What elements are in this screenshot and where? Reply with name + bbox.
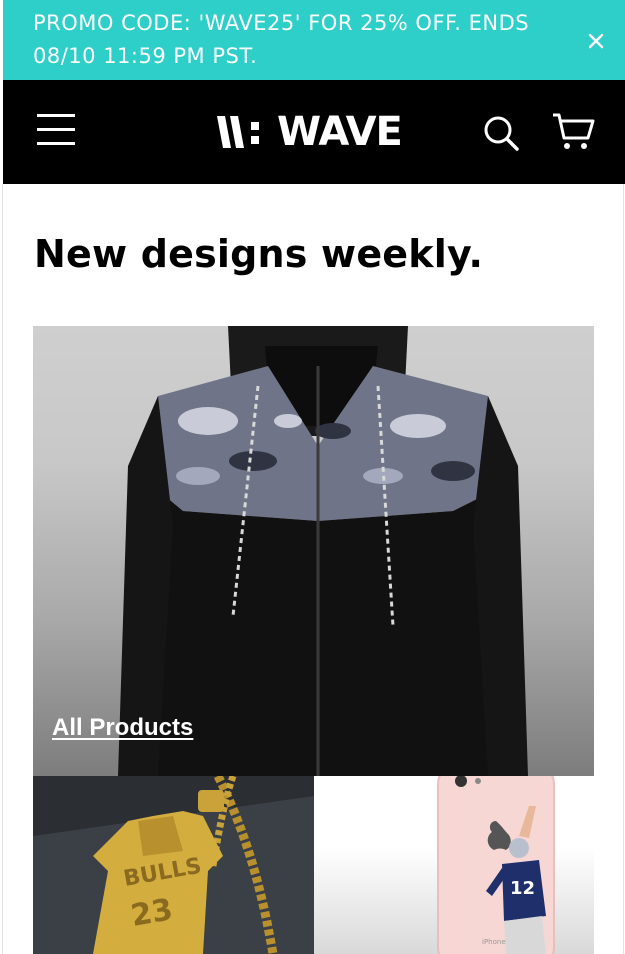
- svg-text:12: 12: [510, 878, 535, 899]
- logo-text: WAVE: [277, 109, 403, 155]
- page-title: New designs weekly.: [34, 232, 484, 276]
- promo-text: PROMO CODE: 'WAVE25' FOR 25% OFF. ENDS 0…: [33, 11, 530, 68]
- site-header: WAVE: [3, 80, 625, 184]
- gold-jersey-pendant-image: BULLS 23: [33, 776, 314, 954]
- close-icon[interactable]: [587, 32, 605, 50]
- svg-text:iPhone: iPhone: [482, 938, 506, 946]
- collection-card-phone-cases[interactable]: 12 iPhone: [314, 776, 594, 954]
- football-phone-case-image: 12 iPhone: [437, 776, 555, 954]
- page-border-left: [2, 184, 3, 954]
- cart-icon[interactable]: [551, 112, 595, 152]
- collection-label[interactable]: All Products: [52, 714, 193, 742]
- hamburger-menu-icon[interactable]: [37, 114, 75, 150]
- collection-card-all-products[interactable]: All Products: [33, 326, 594, 776]
- logo-mark-icon: [217, 116, 259, 148]
- page-border-right: [623, 184, 624, 954]
- search-icon[interactable]: [482, 114, 520, 152]
- promo-banner: PROMO CODE: 'WAVE25' FOR 25% OFF. ENDS 0…: [3, 0, 625, 80]
- collection-card-jewelry[interactable]: BULLS 23: [33, 776, 314, 954]
- svg-text:23: 23: [128, 892, 175, 934]
- logo[interactable]: WAVE: [215, 109, 403, 155]
- camo-hoodie-image: [118, 326, 528, 776]
